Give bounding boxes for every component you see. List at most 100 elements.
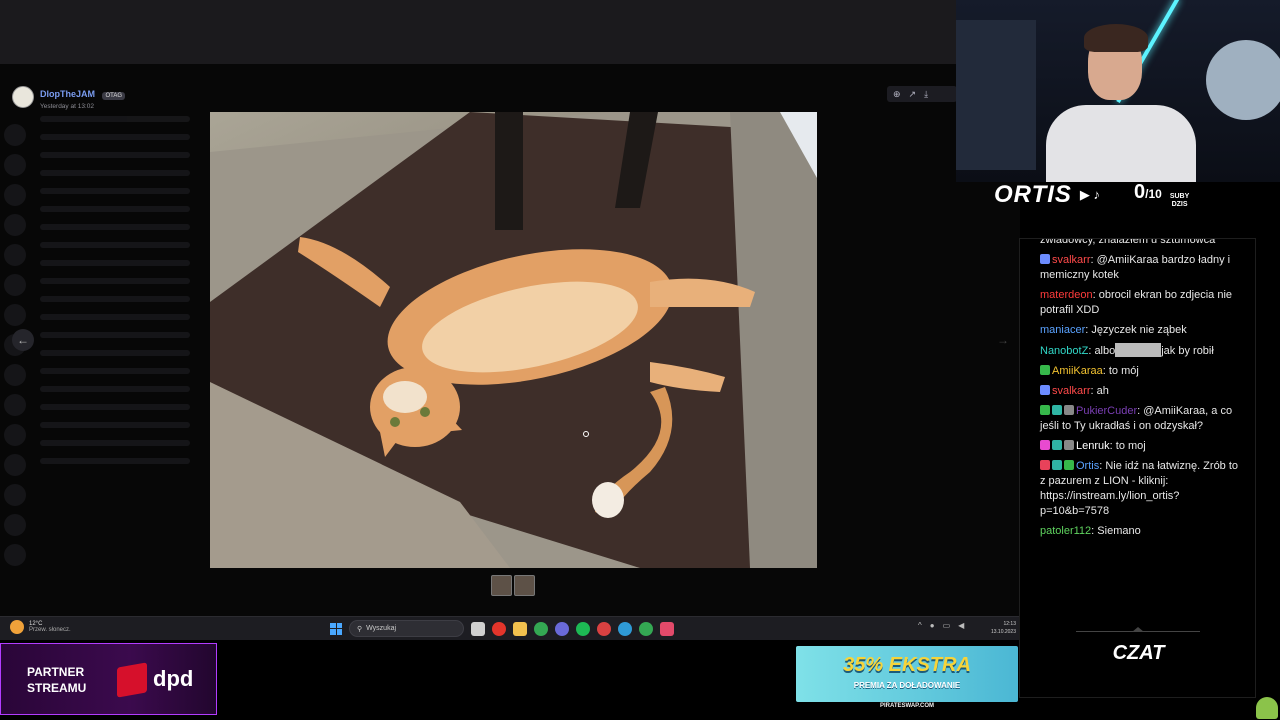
chat-messages: zwiadowcy, znalazłem u sztumowca svalkarr… [1040, 238, 1240, 544]
thumbnail[interactable] [514, 575, 535, 596]
microphone-icon[interactable]: ● [930, 621, 935, 630]
volume-icon[interactable]: ◀ [958, 621, 964, 630]
chat-username[interactable]: PukierCuder [1076, 405, 1137, 417]
chat-message: NanobotZ: albo jak by robił [1040, 343, 1214, 357]
stream-brand-bar: ORTIS ▶ ♪ 0 /10 SUBY DZIS [994, 181, 1280, 209]
czat-divider [1076, 631, 1200, 632]
spotify-icon[interactable] [576, 621, 590, 636]
taskbar-clock[interactable]: 12:13 13.10.2023 [984, 620, 1016, 636]
weather-widget[interactable]: 12°C Przew. słonecz. [10, 620, 71, 634]
chat-message: Ortis: Nie idź na łatwiznę. Zrób to z pa… [1040, 460, 1239, 517]
webcam-shelf [956, 20, 1036, 170]
chat-text: ah [1096, 385, 1109, 397]
app-icon[interactable] [597, 621, 611, 636]
chat-badge-icon [1052, 440, 1062, 450]
promo-banner: 35% EKSTRA PREMIA ZA DOŁADOWANIE [796, 646, 1018, 702]
image-thumbnails [491, 575, 535, 596]
chat-badge-icon [1052, 405, 1062, 415]
task-view-icon[interactable] [471, 621, 485, 636]
file-explorer-icon[interactable] [513, 621, 527, 636]
chat-username[interactable]: maniacer [1040, 324, 1085, 336]
chat-badge-icon [1064, 405, 1074, 415]
chat-username[interactable]: patoler112 [1040, 525, 1091, 537]
download-icon[interactable]: ⤓ [924, 89, 928, 100]
partner-banner: PARTNER STREAMU dpd [0, 643, 217, 715]
chat-text: Siemano [1097, 525, 1141, 537]
webcam-poster [1206, 40, 1280, 120]
chat-badge-icon [1040, 254, 1050, 264]
chat-username[interactable]: AmiiKaraa [1052, 365, 1103, 377]
network-icon[interactable]: ▭ [943, 621, 951, 630]
sun-icon [10, 620, 24, 634]
chevron-up-icon[interactable]: ^ [918, 621, 922, 630]
taskbar-search[interactable]: ⚲ Wyszukaj [349, 620, 464, 637]
windows-start-icon[interactable] [330, 622, 342, 635]
promo-url: PIRATESWAP.COM [879, 703, 935, 709]
ccleaner-icon[interactable] [618, 621, 632, 636]
chrome-icon[interactable] [534, 621, 548, 636]
image-author[interactable]: DlopTheJAM OTAG Yesterday at 13:02 [12, 84, 126, 110]
chat-badge-icon [1064, 440, 1074, 450]
pink-app-icon[interactable] [660, 621, 674, 636]
chat-text: albo [1094, 345, 1116, 357]
promo-subtitle: PREMIA ZA DOŁADOWANIE [853, 681, 961, 690]
subs-goal: 0 /10 SUBY DZIS [1134, 181, 1189, 209]
chat-text: to mój [1108, 365, 1139, 377]
chat-badge-icon [1064, 460, 1074, 470]
weather-description: Przew. słonecz. [29, 627, 71, 633]
discord-icon[interactable] [555, 621, 569, 636]
zoom-icon[interactable]: ⊕ [893, 89, 901, 100]
message-timestamp: Yesterday at 13:02 [40, 103, 94, 110]
chat-panel: zwiadowcy, znalazłem u sztumowca svalkarr… [1019, 238, 1256, 698]
chat-message: Lenruk: to moj [1040, 439, 1240, 454]
chat-badge-icon [1040, 385, 1050, 395]
thumbnail[interactable] [491, 575, 512, 596]
chat-text: to moj [1115, 440, 1146, 452]
clock-date: 13.10.2023 [990, 629, 1016, 635]
chat-message: maniacer: Języczek nie ząbek [1040, 324, 1187, 336]
chat-badge-icon [1040, 440, 1050, 450]
chat-text: jak by robił [1161, 345, 1214, 357]
chat-username[interactable]: Lenruk [1076, 440, 1110, 452]
opera-icon[interactable] [492, 621, 506, 636]
subs-count: 0 [1134, 181, 1146, 203]
stream-frame: DlopTheJAM OTAG Yesterday at 13:02 ⊕ ↗ ⤓… [0, 0, 1280, 720]
chat-username[interactable]: svalkarr [1052, 254, 1091, 266]
chrome-icon[interactable] [639, 621, 653, 636]
chat-username[interactable]: svalkarr [1052, 385, 1091, 397]
share-icon[interactable]: ↗ [909, 89, 917, 100]
clock-time: 12:13 [1003, 621, 1016, 627]
author-tag: OTAG [102, 92, 126, 100]
youtube-tiktok-icon: ▶ ♪ [1079, 187, 1101, 202]
top-strip [0, 0, 960, 64]
chat-message: materdeon: obrocil ekran bo zdjecia nie … [1040, 289, 1233, 316]
chat-badge-icon [1040, 405, 1050, 415]
chat-username[interactable]: materdeon [1040, 289, 1093, 301]
cat-photo[interactable] [210, 112, 817, 568]
promo-headline: 35% EKSTRA [843, 654, 971, 676]
subs-label: SUBY DZIS [1169, 193, 1190, 208]
previous-image-arrow-icon[interactable]: ← [12, 329, 34, 351]
taskbar-center: ⚲ Wyszukaj [330, 620, 674, 637]
chat-message: svalkarr: @AmiiKaraa bardzo ładny i memi… [1040, 254, 1231, 281]
dpd-logo-text: dpd [153, 666, 194, 691]
chat-title: CZAT [1112, 642, 1165, 664]
chat-username[interactable]: NanobotZ [1040, 345, 1088, 357]
chat-message: patoler112: Siemano [1040, 525, 1141, 537]
next-image-arrow-icon[interactable]: → [992, 329, 1014, 351]
chat-message: AmiiKaraa: to mój [1040, 364, 1240, 379]
chat-emote-icon [1115, 343, 1162, 357]
system-tray: ^ ● ▭ ◀ [918, 621, 964, 630]
chat-message: PukierCuder: @AmiiKaraa, a co jeśli to T… [1040, 405, 1233, 432]
chat-badge-icon [1040, 460, 1050, 470]
author-name[interactable]: DlopTheJAM [40, 89, 95, 99]
android-bot-icon [1256, 697, 1278, 719]
channel-list [40, 104, 190, 476]
dpd-cube-icon [117, 662, 147, 698]
search-icon: ⚲ [357, 625, 363, 633]
streamer [1036, 24, 1196, 182]
avatar[interactable] [12, 86, 34, 108]
streamer-name: ORTIS [994, 181, 1072, 208]
chat-username[interactable]: Ortis [1076, 460, 1099, 472]
chat-text: zwiadowcy, znalazłem u sztumowca [1040, 238, 1216, 246]
